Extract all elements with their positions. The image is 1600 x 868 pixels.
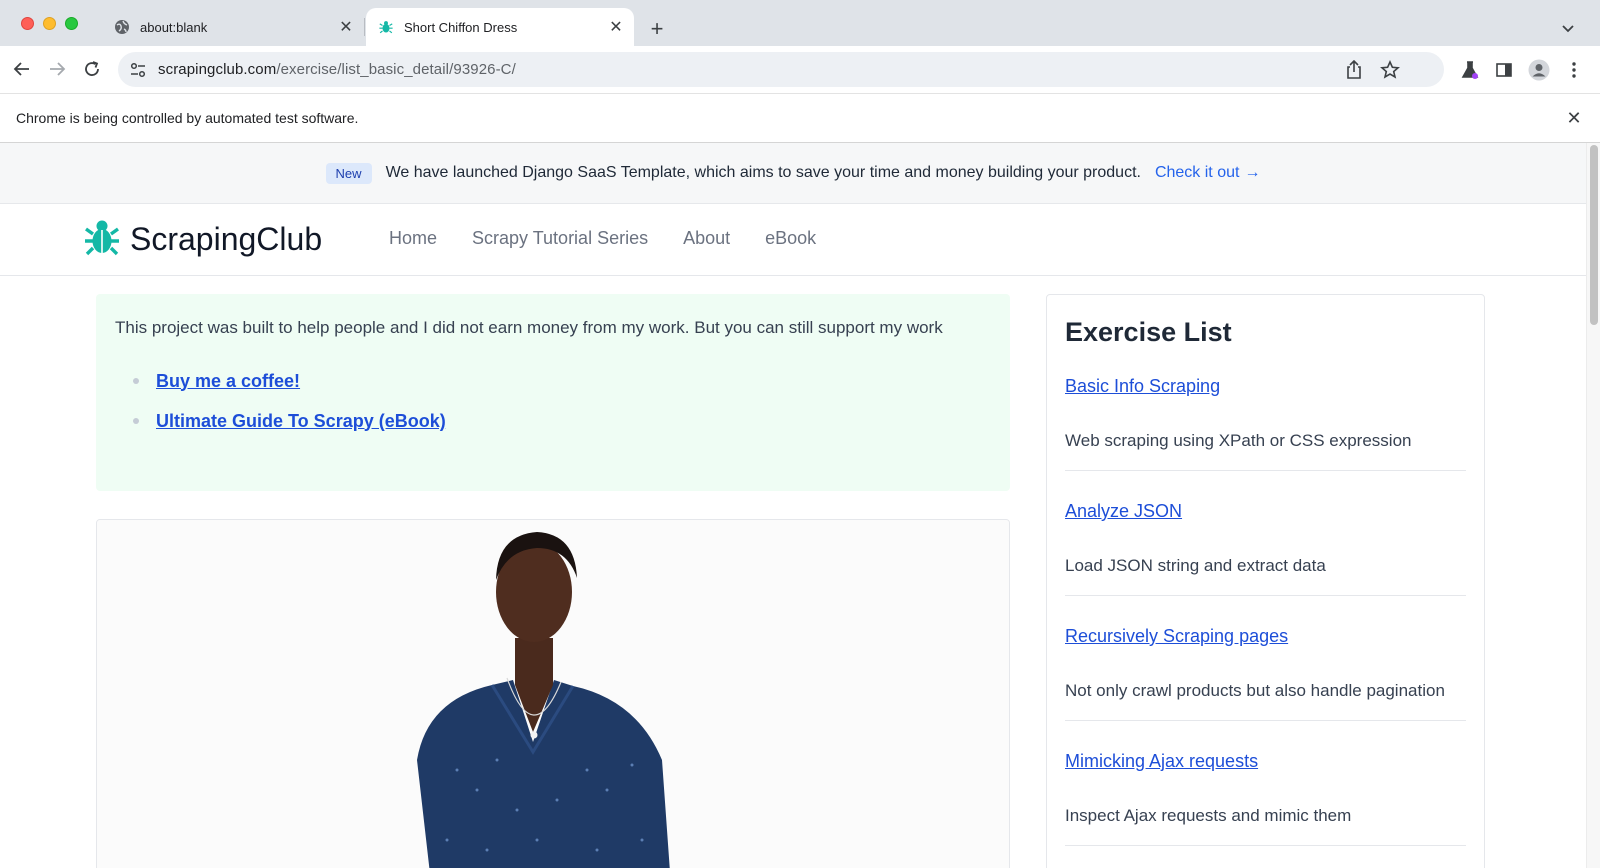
exercise-link-basic-info-scraping[interactable]: Basic Info Scraping (1065, 376, 1466, 397)
close-icon[interactable]: ✕ (1562, 106, 1586, 130)
list-item: Ultimate Guide To Scrapy (eBook) (133, 401, 991, 441)
bookmark-star-icon[interactable] (1380, 60, 1400, 80)
tab-separator (364, 18, 365, 36)
reload-icon[interactable] (78, 55, 106, 83)
arrow-right-icon: → (1244, 164, 1261, 181)
more-options-icon[interactable] (1562, 58, 1586, 82)
list-item: Buy me a coffee! (133, 361, 991, 401)
product-image (97, 520, 1009, 868)
support-text: This project was built to help people an… (115, 318, 943, 337)
automation-infobar: Chrome is being controlled by automated … (0, 93, 1600, 143)
support-links: Buy me a coffee! Ultimate Guide To Scrap… (133, 361, 991, 441)
nav-home[interactable]: Home (389, 228, 437, 249)
new-badge: New (325, 162, 372, 184)
site-logo[interactable]: ScrapingClub (84, 218, 322, 261)
tab-about-blank[interactable]: about:blank ✕ (102, 8, 364, 46)
new-tab-button[interactable]: + (643, 15, 671, 43)
scrollbar-thumb[interactable] (1590, 145, 1598, 325)
bullet (133, 418, 139, 424)
url-text: scrapingclub.com/exercise/list_basic_det… (158, 61, 516, 78)
nav-ebook[interactable]: eBook (765, 228, 816, 249)
exercise-list-sidebar: Exercise List Basic Info Scraping Web sc… (1046, 294, 1485, 868)
profile-avatar-icon[interactable] (1527, 58, 1551, 82)
address-bar[interactable]: scrapingclub.com/exercise/list_basic_det… (118, 52, 1444, 87)
nav-about[interactable]: About (683, 228, 730, 249)
main-nav: Home Scrapy Tutorial Series About eBook (389, 228, 851, 249)
close-tab-icon[interactable]: ✕ (336, 17, 356, 37)
forward-icon[interactable] (43, 55, 71, 83)
tab-title: Short Chiffon Dress (404, 19, 518, 35)
tab-strip: about:blank ✕ Short Chiffon Dress ✕ + (0, 0, 1600, 46)
infobar-message: Chrome is being controlled by automated … (16, 110, 359, 126)
tab-short-chiffon-dress[interactable]: Short Chiffon Dress ✕ (366, 8, 634, 46)
list-item: Basic Info Scraping Web scraping using X… (1065, 376, 1466, 471)
close-tab-icon[interactable]: ✕ (606, 17, 626, 37)
share-icon[interactable] (1344, 60, 1364, 80)
maximize-window-button[interactable] (65, 17, 78, 30)
announcement-text: We have launched Django SaaS Template, w… (385, 164, 1141, 181)
product-card (96, 519, 1010, 868)
exercise-link-recursively-scraping-pages[interactable]: Recursively Scraping pages (1065, 626, 1466, 647)
bug-logo-icon (84, 218, 120, 261)
bug-icon (378, 19, 394, 35)
check-it-out-link[interactable]: Check it out → (1155, 164, 1260, 182)
globe-icon (114, 19, 130, 35)
buy-me-a-coffee-link[interactable]: Buy me a coffee! (156, 371, 300, 392)
back-icon[interactable] (8, 55, 36, 83)
exercise-description: Web scraping using XPath or CSS expressi… (1065, 431, 1412, 450)
close-window-button[interactable] (21, 17, 34, 30)
list-item: Mimicking Ajax requests Inspect Ajax req… (1065, 751, 1466, 846)
support-box: This project was built to help people an… (96, 294, 1010, 491)
brand-name: ScrapingClub (130, 221, 323, 257)
cta-label: Check it out (1154, 164, 1240, 181)
site-header: ScrapingClub Home Scrapy Tutorial Series… (0, 204, 1586, 276)
extension-flask-icon[interactable] (1458, 58, 1482, 82)
bullet (133, 378, 139, 384)
exercise-link-mimicking-ajax-requests[interactable]: Mimicking Ajax requests (1065, 751, 1466, 772)
exercise-link-analyze-json[interactable]: Analyze JSON (1065, 501, 1466, 522)
list-item: Recursively Scraping pages Not only craw… (1065, 626, 1466, 721)
url-path: /exercise/list_basic_detail/93926-C/ (276, 61, 516, 78)
list-item: Analyze JSON Load JSON string and extrac… (1065, 501, 1466, 596)
sidebar-heading: Exercise List (1065, 317, 1232, 347)
side-panel-icon[interactable] (1492, 58, 1516, 82)
chevron-down-icon[interactable] (1556, 16, 1580, 40)
page-scrollbar[interactable] (1586, 143, 1600, 868)
announcement-bar: New We have launched Django SaaS Templat… (0, 143, 1586, 204)
browser-toolbar: scrapingclub.com/exercise/list_basic_det… (0, 46, 1600, 93)
tab-title: about:blank (140, 19, 208, 35)
site-settings-icon[interactable] (128, 60, 148, 80)
exercise-description: Not only crawl products but also handle … (1065, 681, 1445, 700)
exercise-description: Inspect Ajax requests and mimic them (1065, 806, 1352, 825)
page-viewport: New We have launched Django SaaS Templat… (0, 143, 1600, 868)
exercise-description: Load JSON string and extract data (1065, 556, 1326, 575)
url-host: scrapingclub.com (158, 61, 277, 78)
minimize-window-button[interactable] (43, 17, 56, 30)
ultimate-guide-ebook-link[interactable]: Ultimate Guide To Scrapy (eBook) (156, 411, 446, 432)
nav-scrapy-tutorial-series[interactable]: Scrapy Tutorial Series (472, 228, 648, 249)
